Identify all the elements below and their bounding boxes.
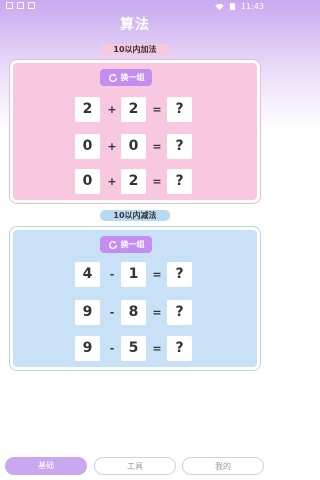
operand-box: 9: [75, 336, 100, 361]
equation-row: 9 - 8 = ?: [75, 300, 195, 325]
answer-box[interactable]: ?: [167, 97, 192, 122]
nav-mine-button[interactable]: 我的: [182, 457, 264, 475]
operator: -: [109, 342, 115, 355]
operator: +: [107, 140, 117, 153]
equals-sign: =: [152, 103, 162, 116]
bottom-nav: 基础 工具 我的: [0, 457, 270, 477]
operand-box: 2: [121, 97, 146, 122]
refresh-label: 换一组: [120, 240, 145, 249]
operand-box: 2: [121, 169, 146, 194]
equals-sign: =: [152, 342, 162, 355]
subtraction-section-label: 10以内减法: [100, 210, 170, 221]
operand-box: 9: [75, 300, 100, 325]
addition-section-label: 10以内加法: [100, 44, 170, 55]
equals-sign: =: [152, 268, 162, 281]
app-icon: [17, 2, 24, 9]
notification-icon: [6, 2, 13, 9]
operand-box: 0: [75, 134, 100, 159]
answer-box[interactable]: ?: [167, 262, 192, 287]
equals-sign: =: [152, 306, 162, 319]
equation-row: 9 - 5 = ?: [75, 336, 195, 361]
battery-icon: [229, 3, 236, 10]
nav-basics-button[interactable]: 基础: [5, 457, 87, 475]
nav-tools-button[interactable]: 工具: [94, 457, 176, 475]
operand-box: 2: [75, 97, 100, 122]
status-bar: 11:43: [0, 0, 270, 14]
answer-box[interactable]: ?: [167, 169, 192, 194]
operator: -: [109, 306, 115, 319]
equation-row: 0 + 0 = ?: [75, 134, 195, 159]
answer-box[interactable]: ?: [167, 336, 192, 361]
operator: +: [107, 175, 117, 188]
answer-box[interactable]: ?: [167, 134, 192, 159]
wifi-icon: [215, 3, 224, 10]
operator: +: [107, 103, 117, 116]
operand-box: 4: [75, 262, 100, 287]
subtraction-refresh-button[interactable]: 换一组: [100, 236, 152, 253]
equals-sign: =: [152, 140, 162, 153]
operand-box: 1: [121, 262, 146, 287]
addition-refresh-button[interactable]: 换一组: [100, 69, 152, 86]
download-icon: [28, 2, 35, 9]
operand-box: 0: [121, 134, 146, 159]
refresh-label: 换一组: [120, 73, 145, 82]
operand-box: 0: [75, 169, 100, 194]
equals-sign: =: [152, 175, 162, 188]
answer-box[interactable]: ?: [167, 300, 192, 325]
equation-row: 4 - 1 = ?: [75, 262, 195, 287]
operator: -: [109, 268, 115, 281]
refresh-icon: [108, 73, 117, 82]
operand-box: 5: [121, 336, 146, 361]
page-title: 算法: [120, 17, 150, 33]
status-right-icons: 11:43: [215, 2, 264, 11]
status-left-icons: [6, 2, 35, 9]
refresh-icon: [108, 240, 117, 249]
status-time: 11:43: [240, 2, 264, 11]
equation-row: 2 + 2 = ?: [75, 97, 195, 122]
equation-row: 0 + 2 = ?: [75, 169, 195, 194]
operand-box: 8: [121, 300, 146, 325]
